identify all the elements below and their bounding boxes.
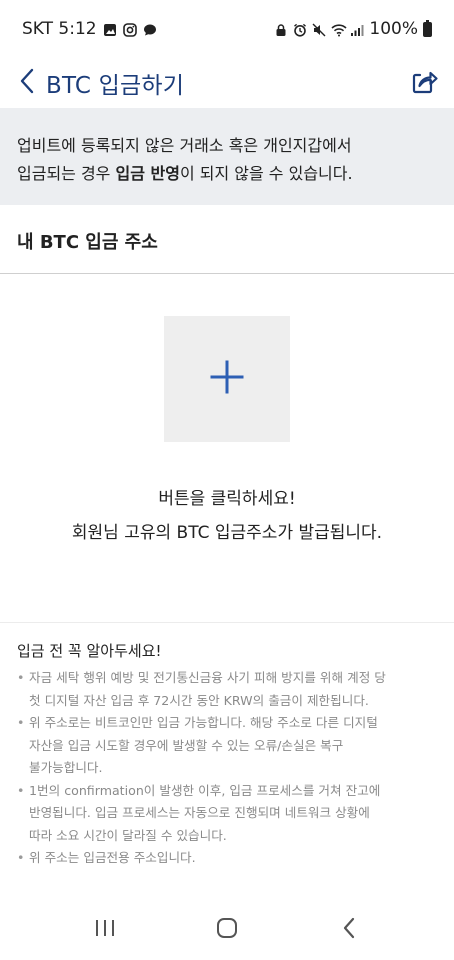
nav-back-button[interactable] [329, 910, 369, 950]
info-line: 따라 소요 시간이 달라질 수 있습니다. [29, 827, 227, 843]
recents-button[interactable] [85, 910, 125, 950]
info-item: 자금 세탁 행위 예방 및 전기통신금융 사기 피해 방지를 위해 계정 당 첫… [17, 667, 442, 712]
back-button[interactable] [14, 68, 40, 98]
notice-line-2-post: 이 되지 않을 수 있습니다. [179, 164, 353, 183]
chat-icon [143, 22, 157, 36]
info-line: 불가능합니다. [29, 760, 103, 775]
info-item: 1번의 confirmation이 발생한 이후, 입금 프로세스를 거쳐 잔고… [17, 780, 442, 848]
info-line: 자금 세탁 행위 예방 및 전기통신금융 사기 피해 방지를 위해 계정 당 [29, 670, 386, 685]
signal-icon [350, 22, 364, 36]
carrier-time: SKT 5:12 [22, 19, 97, 39]
battery-icon [423, 19, 432, 37]
mute-icon [312, 22, 326, 37]
generate-address-button[interactable] [164, 316, 290, 442]
divider [0, 622, 454, 623]
share-button[interactable] [410, 68, 440, 98]
guide-text-2: 회원님 고유의 BTC 입금주소가 발급됩니다. [71, 523, 383, 543]
info-section: 입금 전 꼭 알아두세요! 자금 세탁 행위 예방 및 전기통신금융 사기 피해… [17, 640, 442, 870]
status-left: SKT 5:12 [22, 19, 157, 39]
wifi-icon [331, 22, 347, 37]
info-line: 위 주소로는 비트코인만 입금 가능합니다. 해당 주소로 다른 디지털 [29, 715, 378, 730]
status-right: 100% [274, 19, 432, 39]
notice-line-2-pre: 입금되는 경우 [17, 164, 116, 183]
lock-icon [274, 22, 288, 36]
info-title: 입금 전 꼭 알아두세요! [17, 642, 162, 660]
section-title: 내 BTC 입금 주소 [17, 232, 158, 253]
status-bar: SKT 5:12 100% [0, 0, 454, 58]
home-button[interactable] [207, 910, 247, 950]
nav-back-icon [342, 917, 356, 943]
recents-icon [94, 918, 116, 942]
battery-level: 100% [369, 19, 418, 39]
notice-line-1: 업비트에 등록되지 않은 거래소 혹은 개인지갑에서 [17, 136, 352, 155]
info-list: 자금 세탁 행위 예방 및 전기통신금융 사기 피해 방지를 위해 계정 당 첫… [17, 667, 442, 870]
info-line: 1번의 confirmation이 발생한 이후, 입금 프로세스를 거쳐 잔고… [29, 782, 381, 798]
share-icon [411, 68, 439, 98]
notice-line-2: 입금되는 경우 입금 반영이 되지 않을 수 있습니다. [17, 160, 437, 188]
notice-highlight: 입금 반영 [115, 164, 180, 183]
gallery-icon [103, 22, 117, 36]
system-nav-bar [0, 900, 454, 960]
page-title: BTC 입금하기 [46, 73, 185, 99]
info-item: 위 주소로는 비트코인만 입금 가능합니다. 해당 주소로 다른 디지털 자산을… [17, 712, 442, 780]
alarm-icon [293, 22, 307, 37]
info-line: 첫 디지털 자산 입금 후 72시간 동안 KRW의 출금이 제한됩니다. [29, 692, 369, 708]
info-line: 자산을 입금 시도할 경우에 발생할 수 있는 오류/손실은 복구 [29, 737, 344, 753]
info-item: 위 주소는 입금전용 주소입니다. [17, 847, 442, 870]
plus-icon [210, 360, 244, 398]
instagram-icon [122, 22, 137, 37]
app-bar: BTC 입금하기 [0, 58, 454, 108]
home-icon [215, 916, 239, 944]
chevron-left-icon [19, 68, 35, 98]
notice-banner: 업비트에 등록되지 않은 거래소 혹은 개인지갑에서 입금되는 경우 입금 반영… [0, 108, 454, 205]
info-line: 반영됩니다. 입금 프로세스는 자동으로 진행되며 네트워크 상황에 [29, 805, 370, 820]
info-line: 위 주소는 입금전용 주소입니다. [29, 850, 196, 865]
guide-text-1: 버튼을 클릭하세요! [158, 489, 296, 509]
divider [0, 273, 454, 274]
